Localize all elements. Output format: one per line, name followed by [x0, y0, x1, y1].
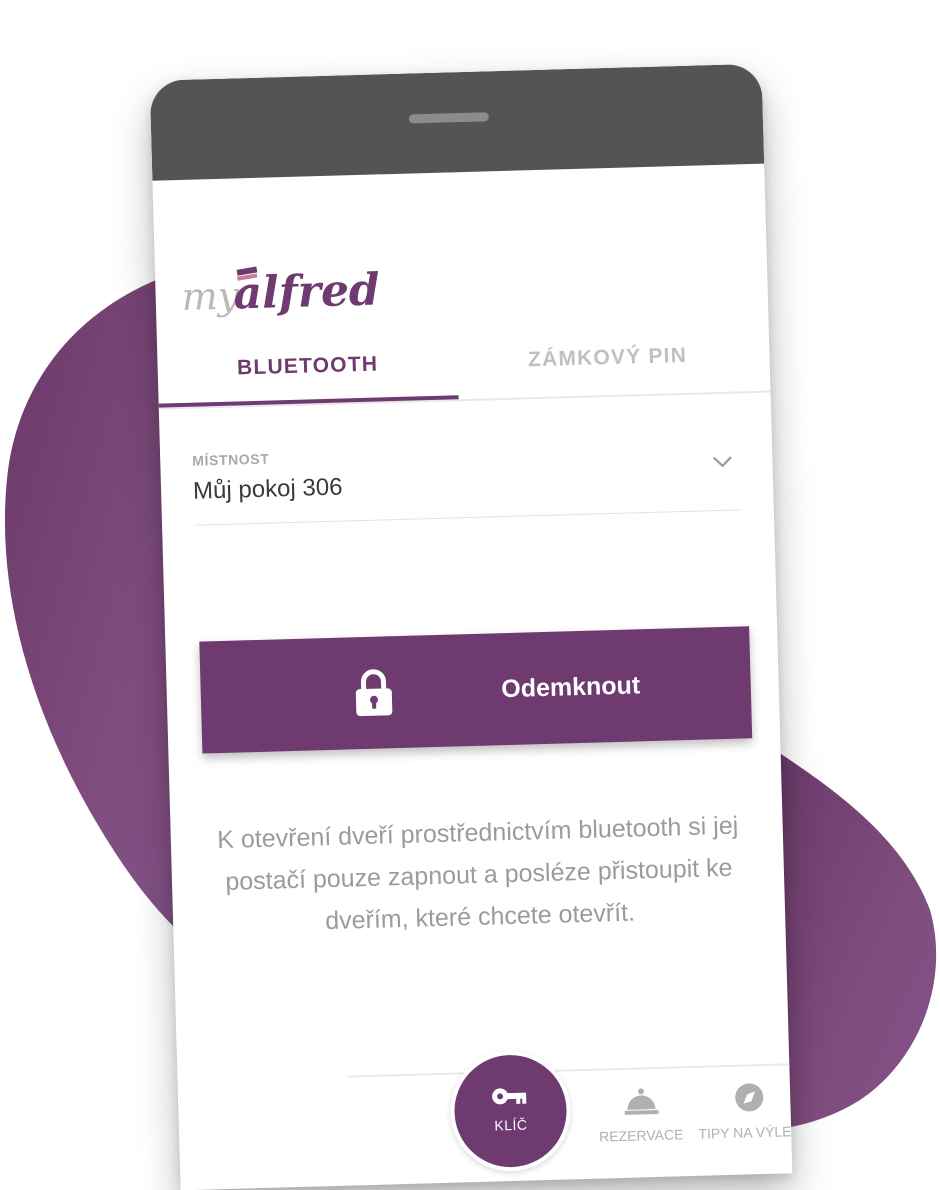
- tab-lock-pin-label: ZÁMKOVÝ PIN: [527, 343, 688, 372]
- tab-bluetooth-label: BLUETOOTH: [236, 352, 379, 380]
- nav-item-trip-tips-label: TIPY NA VÝLET: [698, 1123, 793, 1142]
- nav-item-key-label: KLÍČ: [494, 1116, 528, 1134]
- myalfred-logo: my alfred: [181, 264, 380, 319]
- tab-bluetooth[interactable]: BLUETOOTH: [157, 327, 459, 408]
- room-select-label: MÍSTNOST: [192, 450, 270, 469]
- lock-icon: [355, 669, 393, 717]
- bluetooth-info-text: K otevření dveří prostřednictvím bluetoo…: [216, 811, 739, 936]
- nav-item-reservations[interactable]: REZERVACE: [580, 1074, 702, 1157]
- chevron-down-icon[interactable]: [710, 454, 734, 471]
- compass-icon: [735, 1083, 764, 1112]
- phone-frame: my alfred BLUETOOTH ZÁMKOVÝ PIN MÍSTNOST…: [149, 63, 793, 1190]
- nav-item-key[interactable]: KLÍČ: [448, 1049, 573, 1173]
- nav-item-trip-tips[interactable]: TIPY NA VÝLET: [688, 1071, 793, 1154]
- svg-text:my: my: [181, 273, 240, 319]
- service-bell-icon: [624, 1088, 659, 1115]
- tab-lock-pin[interactable]: ZÁMKOVÝ PIN: [457, 319, 759, 397]
- tab-bar: BLUETOOTH ZÁMKOVÝ PIN: [156, 318, 771, 410]
- nav-item-reservations-label: REZERVACE: [598, 1126, 684, 1145]
- bottom-navigation: KLÍČ REZERVACE TIPY NA VÝLET: [178, 1049, 793, 1190]
- room-select-value: Můj pokoj 306: [192, 473, 343, 505]
- active-tab-indicator: [158, 395, 459, 408]
- unlock-button-label: Odemknout: [500, 670, 641, 703]
- phone-top-bezel: [149, 63, 765, 181]
- key-icon: [492, 1088, 527, 1105]
- room-select[interactable]: MÍSTNOST Můj pokoj 306: [191, 419, 742, 526]
- phone-speaker: [408, 112, 489, 124]
- unlock-button[interactable]: Odemknout: [199, 626, 753, 754]
